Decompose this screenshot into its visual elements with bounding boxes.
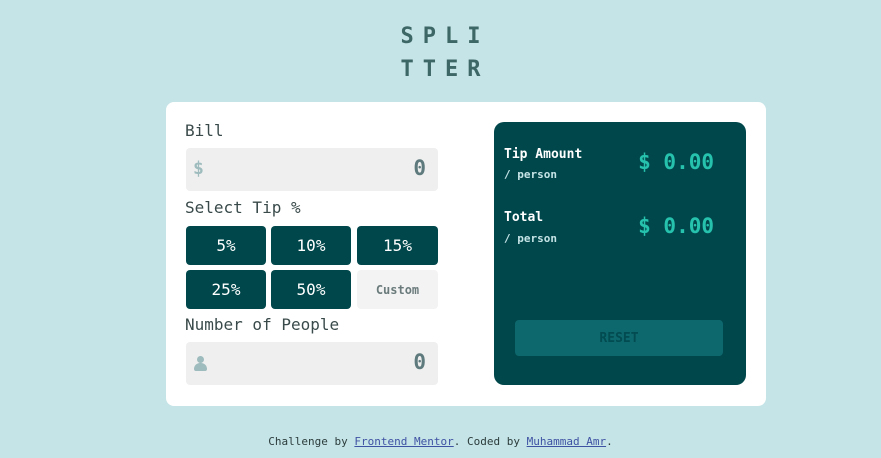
frontend-mentor-link[interactable]: Frontend Mentor (354, 435, 453, 448)
attribution-footer: Challenge by Frontend Mentor. Coded by M… (0, 435, 881, 448)
total-value: $ 0.00 (638, 214, 714, 238)
logo-line-2: TTER (400, 57, 490, 82)
tip-button-25[interactable]: 25% (186, 270, 266, 309)
calculator-card: Bill $ 0 Select Tip % 5% 10% 15% 25% 50%… (166, 102, 766, 406)
bill-value: 0 (413, 156, 426, 180)
tip-amount-label: Tip Amount (504, 147, 583, 162)
person-icon (194, 356, 207, 372)
footer-prefix: Challenge by (268, 435, 355, 448)
bill-label: Bill (185, 121, 224, 140)
tip-label: Select Tip % (185, 198, 301, 217)
footer-middle: . Coded by (453, 435, 527, 448)
tip-amount-per-person: / person (504, 168, 557, 181)
tip-amount-value: $ 0.00 (638, 150, 714, 174)
dollar-icon: $ (193, 158, 204, 179)
author-link[interactable]: Muhammad Amr (527, 435, 606, 448)
logo-line-1: SPLI (400, 24, 490, 49)
tip-button-10[interactable]: 10% (271, 226, 351, 265)
tip-custom-input[interactable]: Custom (357, 270, 438, 309)
app-logo: SPLI TTER (0, 20, 881, 86)
people-label: Number of People (185, 315, 340, 334)
people-input[interactable]: 0 (186, 342, 438, 385)
tip-button-50[interactable]: 50% (271, 270, 351, 309)
people-value: 0 (413, 350, 426, 374)
tip-button-5[interactable]: 5% (186, 226, 266, 265)
result-panel: Tip Amount / person $ 0.00 Total / perso… (494, 122, 746, 385)
total-label: Total (504, 210, 544, 225)
bill-input[interactable]: $ 0 (186, 148, 438, 191)
total-per-person: / person (504, 232, 557, 245)
footer-suffix: . (606, 435, 613, 448)
tip-button-15[interactable]: 15% (357, 226, 438, 265)
reset-button[interactable]: RESET (515, 320, 723, 356)
